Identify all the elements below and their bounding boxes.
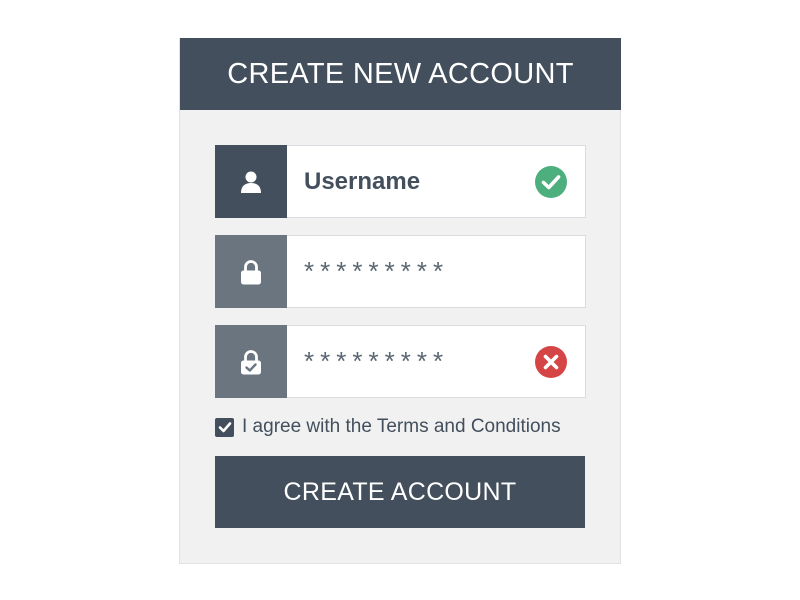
terms-row[interactable]: I agree with the Terms and Conditions [215, 414, 561, 440]
password-input[interactable]: ********* [287, 236, 585, 307]
check-circle-icon [535, 165, 567, 198]
password-icon-box [215, 235, 287, 308]
terms-checkbox[interactable] [215, 417, 234, 437]
form-title: CREATE NEW ACCOUNT [180, 38, 621, 110]
lock-check-icon [241, 349, 261, 374]
checkmark-icon [218, 422, 231, 433]
user-icon [241, 171, 261, 193]
x-circle-icon [535, 345, 567, 378]
create-account-button[interactable]: CREATE ACCOUNT [215, 456, 585, 528]
lock-icon [241, 259, 261, 284]
confirm-password-field[interactable]: ********* [215, 325, 586, 398]
terms-label[interactable]: I agree with the Terms and Conditions [242, 416, 561, 438]
password-field[interactable]: ********* [215, 235, 586, 308]
username-icon-box [215, 145, 287, 218]
confirm-password-icon-box [215, 325, 287, 398]
username-field[interactable]: Username [215, 145, 586, 218]
